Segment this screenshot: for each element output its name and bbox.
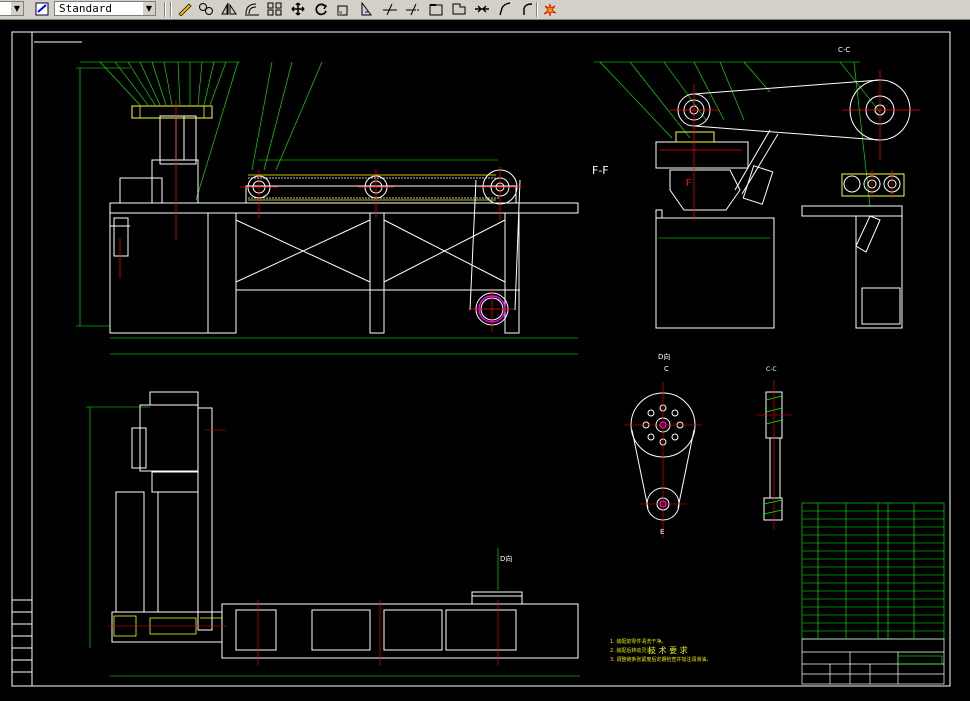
- join-icon[interactable]: [450, 1, 468, 17]
- pencil-icon[interactable]: [176, 1, 194, 17]
- view-label-cc-small: C-C: [766, 366, 777, 373]
- title-block-green: [897, 655, 943, 665]
- technical-requirement-1: 1. 装配前零件清洗干净。: [610, 639, 667, 645]
- d-view: [624, 382, 702, 538]
- view-label-d2: D向: [500, 555, 513, 563]
- chamfer-icon[interactable]: [473, 1, 491, 17]
- rotate-icon[interactable]: [312, 1, 330, 17]
- layer-dropdown[interactable]: ▼: [0, 1, 24, 16]
- toolbar-separator: [536, 2, 538, 17]
- extend-icon[interactable]: [404, 1, 422, 17]
- section-mark-c: C: [664, 365, 669, 373]
- array-icon[interactable]: [266, 1, 284, 17]
- chevron-down-icon: ▼: [11, 2, 23, 15]
- text-style-value: Standard: [59, 2, 112, 15]
- move-icon[interactable]: [289, 1, 307, 17]
- text-style-icon[interactable]: [34, 1, 52, 17]
- toolbar-separator: [170, 2, 172, 17]
- title-block: [801, 638, 945, 685]
- section-mark-f: F: [686, 178, 692, 189]
- front-view: [76, 61, 770, 355]
- mirror-icon[interactable]: [220, 1, 238, 17]
- top-view: [86, 391, 580, 677]
- view-label-d: D向: [658, 353, 671, 361]
- view-label-cc: C-C: [838, 46, 851, 54]
- trim-icon[interactable]: [381, 1, 399, 17]
- cad-drawing: [11, 31, 951, 687]
- offset-icon[interactable]: [243, 1, 261, 17]
- break-icon[interactable]: [427, 1, 445, 17]
- scale-icon[interactable]: [335, 1, 353, 17]
- section-cc: [756, 380, 792, 530]
- view-label-ff: F-F: [592, 164, 609, 177]
- chevron-down-icon: ▼: [143, 2, 155, 15]
- section-mark-e: E: [660, 528, 665, 536]
- technical-requirement-3: 3. 调整链条张紧度后定期检查并加注润滑油。: [610, 657, 712, 663]
- explode-icon[interactable]: [541, 1, 559, 17]
- drawing-canvas[interactable]: F-F C-C C-C D向 D向 C E F 技 术 要 求 1. 装配前零件…: [0, 20, 970, 701]
- side-view: [594, 61, 920, 329]
- toolbar-separator: [164, 2, 166, 17]
- text-style-select[interactable]: Standard ▼: [54, 1, 156, 16]
- sheet-border: [11, 31, 951, 687]
- technical-requirement-2: 2. 装配后转动灵活。: [610, 648, 657, 654]
- fillet-icon[interactable]: [496, 1, 514, 17]
- arc-icon[interactable]: [519, 1, 537, 17]
- parts-list: [801, 502, 945, 640]
- stretch-icon[interactable]: [358, 1, 376, 17]
- toolbar: ▼ Standard ▼: [0, 0, 970, 20]
- copy-icon[interactable]: [197, 1, 215, 17]
